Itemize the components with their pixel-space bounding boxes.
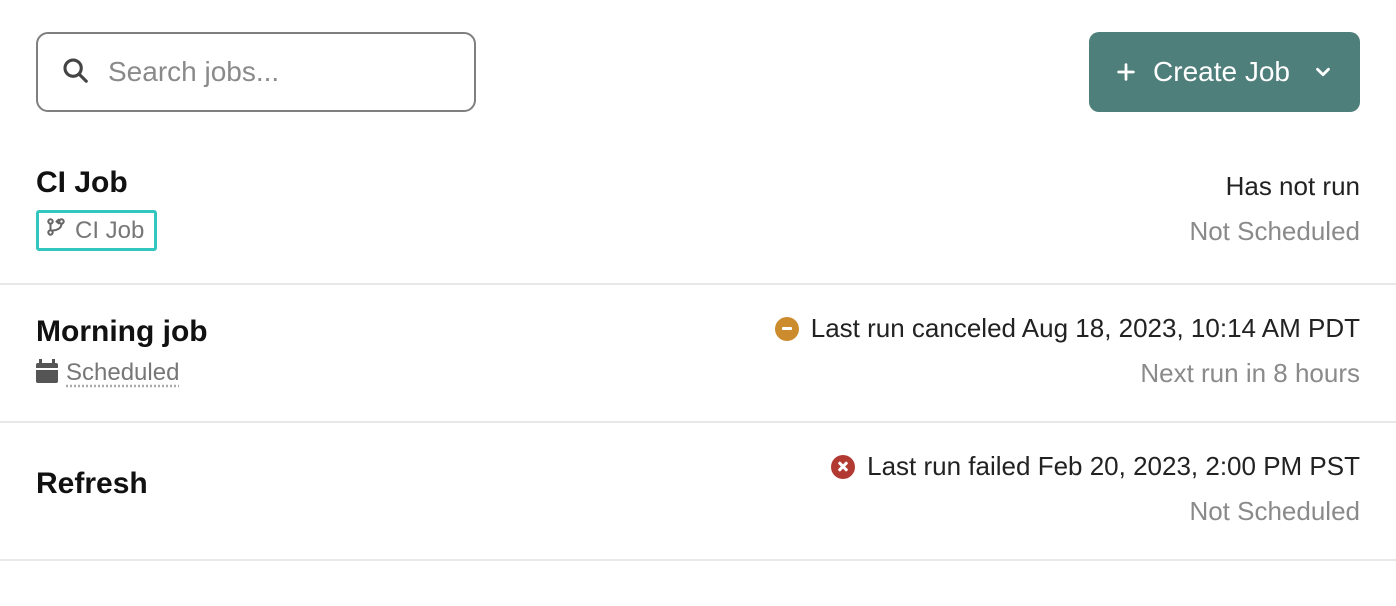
job-title: Refresh <box>36 467 148 501</box>
job-title: Morning job <box>36 315 208 349</box>
job-row[interactable]: Morning job Scheduled Last run canceled … <box>0 285 1396 423</box>
ci-job-tag[interactable]: CI Job <box>36 210 157 251</box>
search-field[interactable] <box>36 32 476 112</box>
failed-icon <box>831 455 855 479</box>
job-left: Morning job Scheduled <box>36 313 208 389</box>
job-schedule: Not Scheduled <box>1189 496 1360 527</box>
plus-icon <box>1115 61 1137 83</box>
toolbar: Create Job <box>0 0 1396 138</box>
calendar-icon <box>36 363 58 383</box>
canceled-icon <box>775 317 799 341</box>
search-icon <box>60 55 90 90</box>
job-row[interactable]: Refresh Last run failed Feb 20, 2023, 2:… <box>0 423 1396 561</box>
job-tag-label: Scheduled <box>66 359 179 387</box>
search-input[interactable] <box>108 56 452 88</box>
job-row[interactable]: CI Job CI Job Has not run Not Scheduled <box>0 138 1396 285</box>
job-title: CI Job <box>36 166 128 200</box>
job-left: CI Job CI Job <box>36 166 157 251</box>
create-job-button[interactable]: Create Job <box>1089 32 1360 112</box>
job-left: Refresh <box>36 451 148 527</box>
job-tag-label: CI Job <box>75 217 144 245</box>
job-status: Last run failed Feb 20, 2023, 2:00 PM PS… <box>831 451 1360 482</box>
status-text: Last run canceled Aug 18, 2023, 10:14 AM… <box>811 313 1360 344</box>
git-merge-icon <box>45 216 75 245</box>
scheduled-tag[interactable]: Scheduled <box>36 359 179 387</box>
create-job-label: Create Job <box>1153 56 1290 88</box>
chevron-down-icon <box>1312 61 1334 83</box>
job-status: Last run canceled Aug 18, 2023, 10:14 AM… <box>775 313 1360 344</box>
job-right: Last run canceled Aug 18, 2023, 10:14 AM… <box>775 313 1360 389</box>
job-status: Has not run <box>1226 171 1360 202</box>
job-schedule: Not Scheduled <box>1189 216 1360 247</box>
job-schedule: Next run in 8 hours <box>1140 358 1360 389</box>
status-text: Has not run <box>1226 171 1360 202</box>
job-right: Last run failed Feb 20, 2023, 2:00 PM PS… <box>831 451 1360 527</box>
job-right: Has not run Not Scheduled <box>1189 166 1360 251</box>
status-text: Last run failed Feb 20, 2023, 2:00 PM PS… <box>867 451 1360 482</box>
